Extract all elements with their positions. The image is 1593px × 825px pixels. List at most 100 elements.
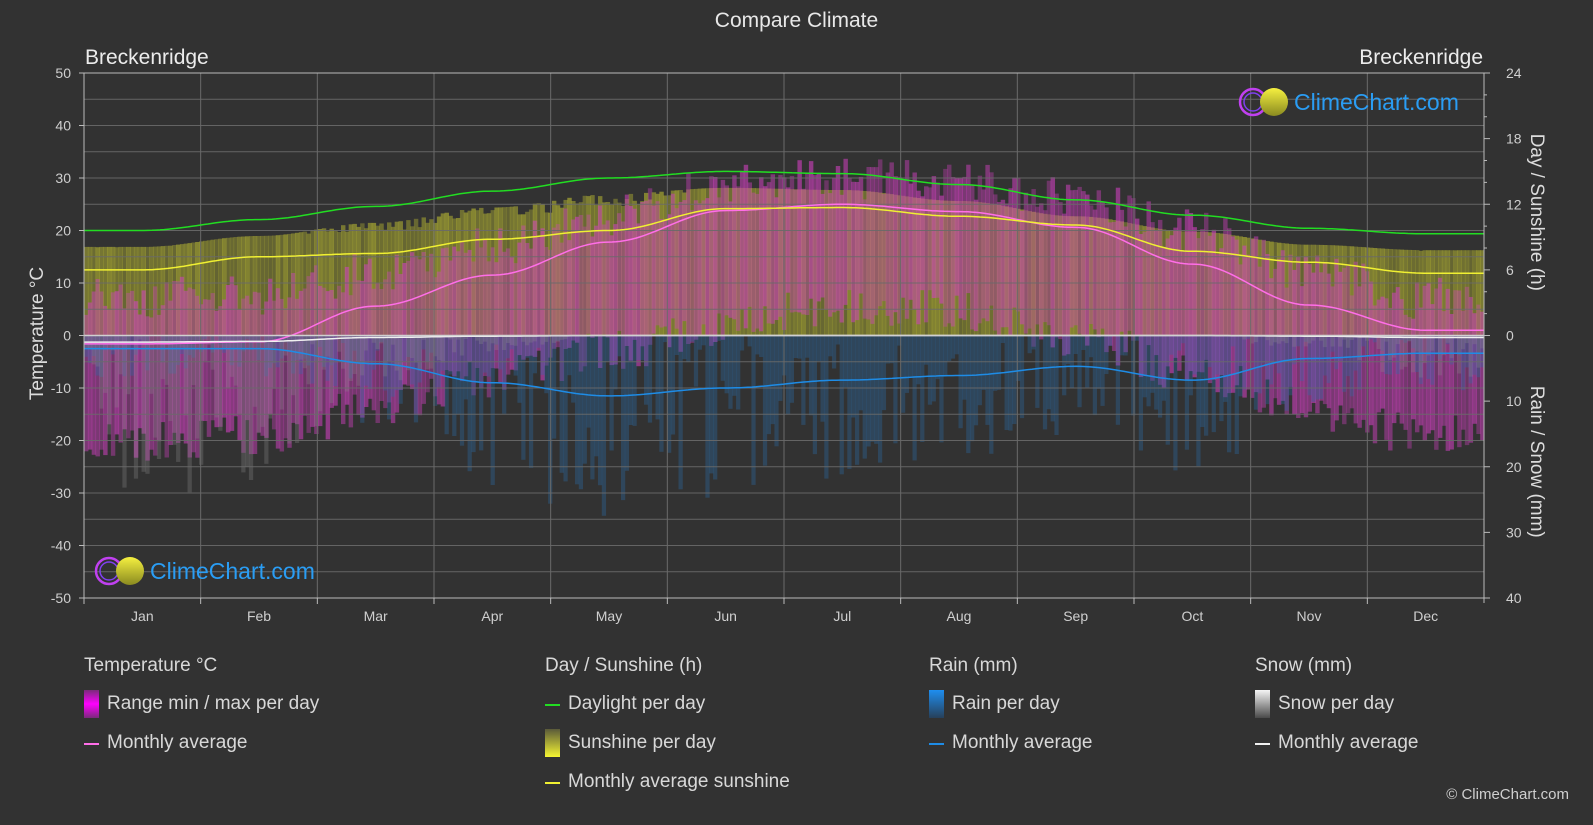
snow-bar [1345,335,1351,348]
x-tick-label: Feb [247,608,271,624]
rain-bar [590,335,595,480]
rain-bar [920,335,925,442]
temperature-range-bar [816,173,822,302]
snow-bar [410,335,415,358]
rain-bar [989,335,994,454]
copyright[interactable]: © ClimeChart.com [1446,786,1569,803]
logo-bottom[interactable]: ClimeChart.com [94,556,315,586]
rain-bar [601,335,607,516]
rain-bar [793,335,798,358]
right-bottom-tick-label: 10 [1506,393,1522,409]
rain-bar [824,335,829,479]
temperature-range-bar [724,185,729,316]
snow-bar [118,335,123,375]
legend-label: Snow per day [1278,693,1395,714]
left-tick-label: 30 [55,170,71,186]
temperature-range-bar [950,177,956,327]
temperature-range-bar [555,224,561,348]
rain-bar [1004,335,1009,430]
left-tick-label: 0 [63,328,71,344]
legend-item-snow: Snow per day [1255,690,1418,732]
x-tick-label: Aug [947,608,972,624]
rain-bar [1154,335,1159,410]
temperature-range-bar [421,252,426,404]
rain-bar [854,335,860,465]
temperature-range-bar [866,167,871,320]
rain-bar [1257,335,1262,394]
temperature-range-bar [509,257,515,370]
rain-bar [851,335,856,418]
x-tick-label: Jun [714,608,737,624]
rain-bar [881,335,887,411]
rain-bar [479,335,484,451]
snow-bar [1303,335,1308,347]
snow-bar [195,335,200,439]
legend-item-temp-avg: Monthly average [84,732,319,771]
temperature-range-bar [931,176,937,298]
temperature-range-bar [651,205,657,334]
location-left: Breckenridge [85,46,209,69]
legend-label: Monthly average sunshine [568,771,790,792]
temperature-range-bar [820,193,825,298]
temperature-range-bar [690,210,695,343]
temperature-range-bar [728,201,733,318]
snow-bar [1322,335,1328,348]
snow-bar [264,335,269,464]
temperature-range-bar [1023,192,1029,334]
snow-bar [348,335,353,381]
temperature-range-bar [966,164,971,294]
temperature-range-bar [732,175,737,320]
rain-bar [686,335,691,363]
rain-bar [1081,335,1086,350]
temperature-range-bar [947,164,952,324]
rain-bar [697,335,702,350]
rain-bar [732,335,737,396]
temperature-range-bar [766,182,772,324]
snow-bar [329,335,334,403]
x-tick-label: May [596,608,622,624]
rain-bar [544,335,549,394]
legend-item-rain-avg: Monthly average [929,732,1092,771]
temperature-range-bar [1434,288,1439,450]
rain-bar [812,335,818,455]
logo-top[interactable]: ClimeChart.com [1238,87,1459,117]
rain-bar [1342,335,1347,392]
rain-bar [728,335,733,409]
rain-bar [1177,335,1182,351]
rain-bar [847,335,852,469]
right-top-tick-label: 12 [1506,196,1522,212]
temperature-range-bar [847,177,852,291]
temperature-range-bar [877,159,883,307]
snow-bar [1437,335,1443,376]
right-top-axis-title: Day / Sunshine (h) [1526,134,1547,291]
x-tick-label: Apr [481,608,503,624]
left-tick-label: -50 [51,590,71,606]
rain-bar [1088,335,1094,358]
snow-bar [1445,335,1450,343]
temperature-range-bar [1085,194,1090,346]
temperature-range-bar [1054,193,1059,338]
rain-bar [954,335,959,355]
legend-item-rain: Rain per day [929,690,1092,732]
temperature-range-bar [697,203,703,335]
snow-bar [540,335,545,345]
temperature-range-bar [1368,281,1374,426]
temperature-range-bar [87,302,93,450]
rain-bar [1138,335,1144,451]
rain-bar [333,335,338,387]
rain-bar [927,335,933,405]
temperature-range-bar [916,190,921,325]
temperature-range-bar [1230,236,1236,393]
temperature-range-bar [440,248,446,407]
snow-bar [344,335,350,392]
temperature-range-bar [678,201,683,352]
temperature-range-bar [1441,311,1447,426]
snow-bar [233,335,238,386]
temperature-range-bar [1046,180,1052,326]
temperature-range-bar [586,214,591,334]
snow-bar [406,335,411,371]
x-tick-label: Mar [364,608,388,624]
temperature-range-bar [1096,190,1102,338]
rain-bar [716,335,722,341]
rain-bar [805,335,810,358]
